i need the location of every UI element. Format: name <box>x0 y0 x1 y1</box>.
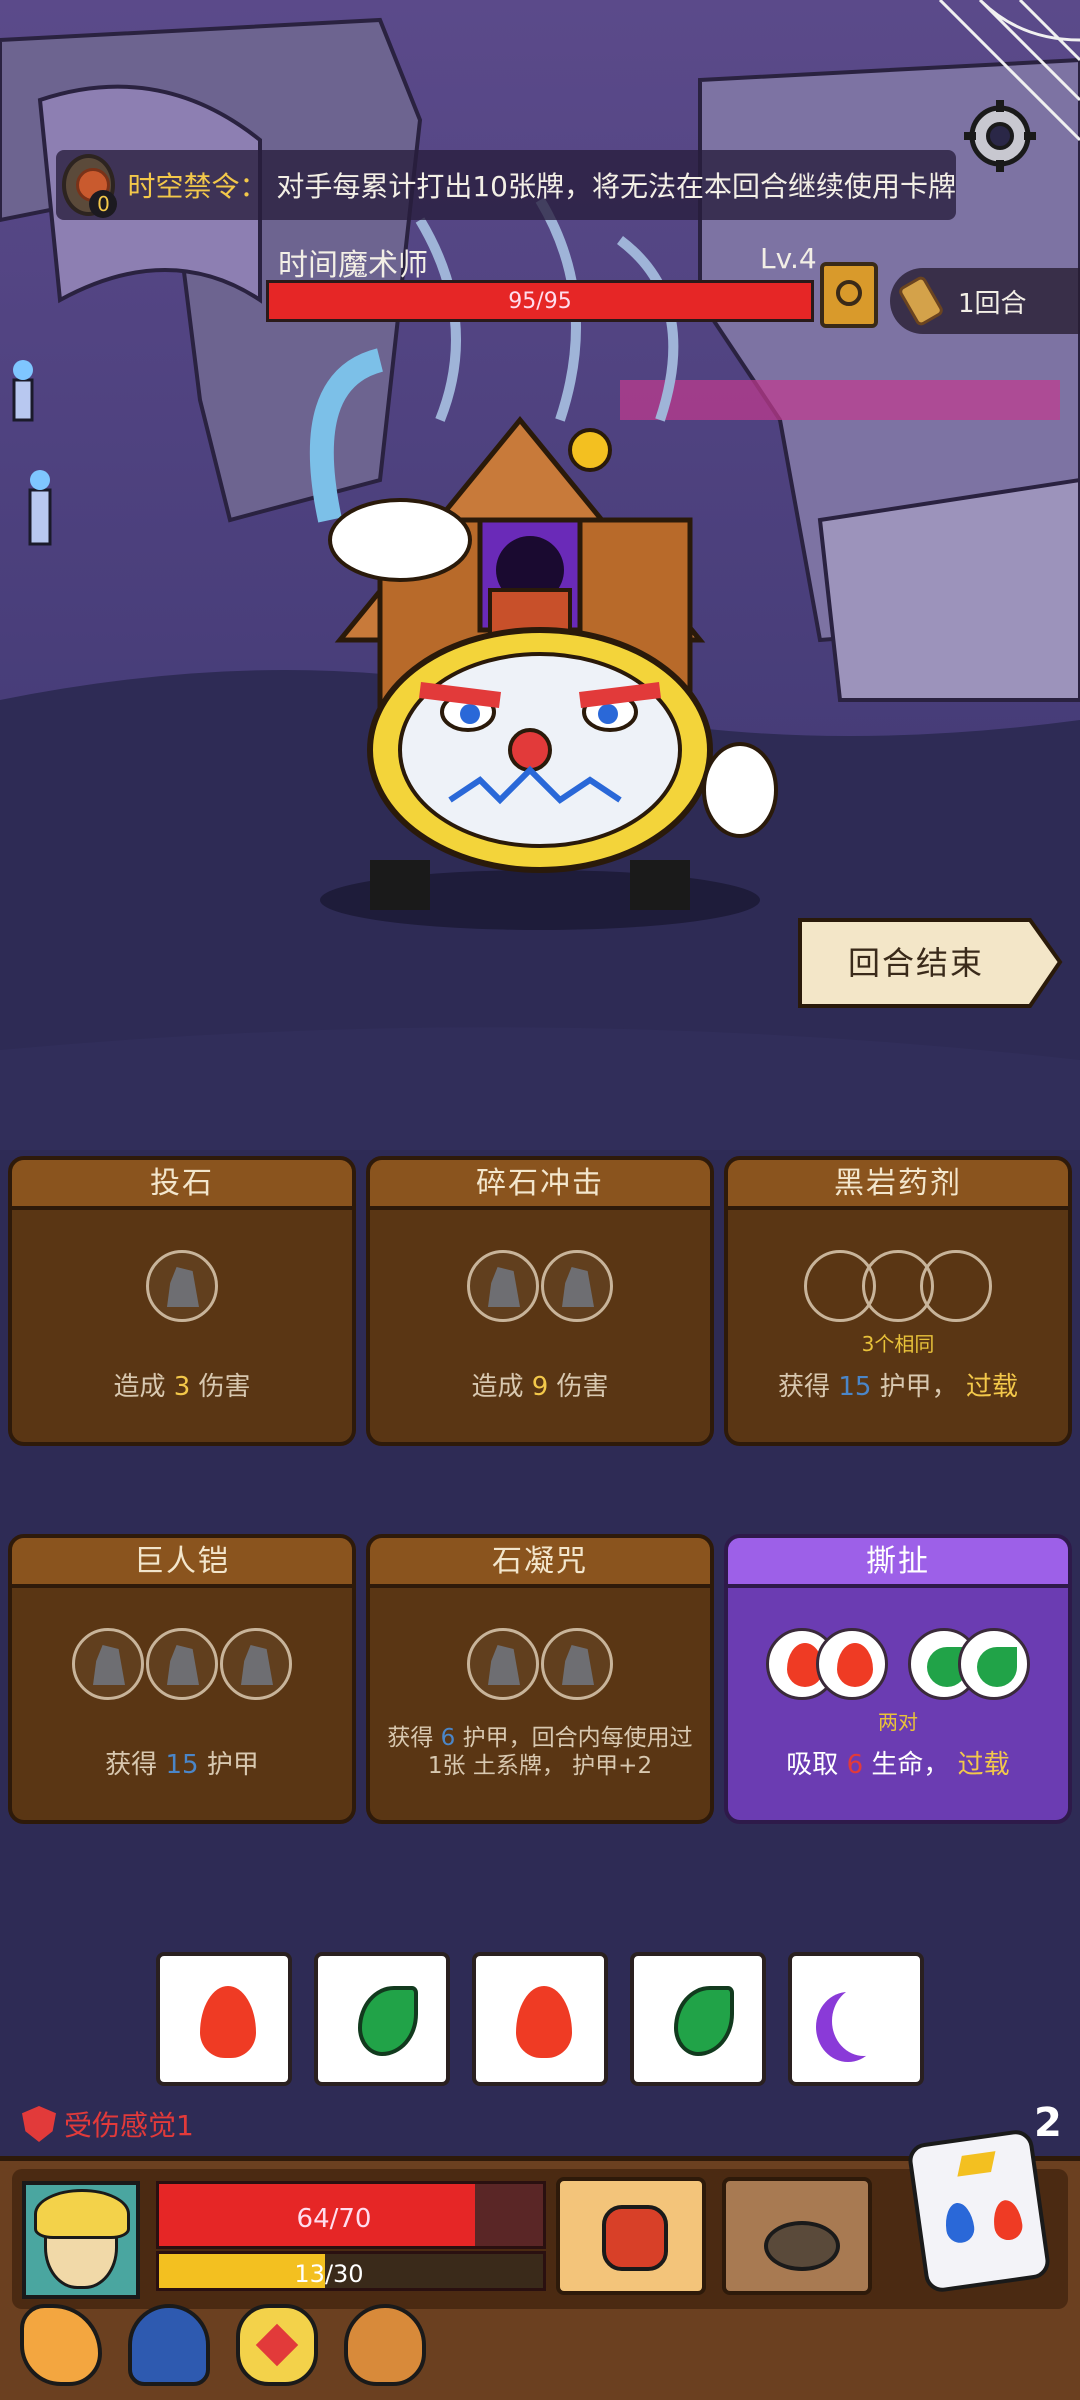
player-status-effect[interactable]: 受伤感觉1 <box>22 2104 194 2144</box>
rock-dice-slot[interactable] <box>220 1628 292 1700</box>
player-xp-text: 13/30 <box>294 2260 364 2288</box>
rock-dice-slot[interactable] <box>146 1250 218 1322</box>
empty-dice-slot[interactable] <box>920 1250 992 1322</box>
ability-fist-button[interactable] <box>556 2177 706 2295</box>
end-turn-label: 回合结束 <box>847 944 984 982</box>
rock-dice-slot[interactable] <box>541 1250 613 1322</box>
card-description: 获得 15 护甲， 过载 <box>778 1372 1018 1402</box>
card-title: 投石 <box>12 1160 352 1210</box>
ban-counter-icon: 0 <box>62 154 118 218</box>
card-title: 石凝咒 <box>370 1538 710 1588</box>
lifesteal-icon-value: 6 <box>846 1750 864 1780</box>
leaf-icon <box>358 1986 418 2056</box>
dice-leaf[interactable] <box>630 1952 766 2086</box>
card-description: 造成 3 伤害 <box>113 1372 251 1402</box>
magnifier-icon <box>836 280 862 306</box>
player-xp-bar: 13/30 <box>156 2251 546 2291</box>
card-description: 吸取 6 生命， 过载 <box>786 1750 1010 1780</box>
fire-icon <box>200 1986 256 2058</box>
card-requirement-hint: 3个相同 <box>861 1332 935 1356</box>
enemy-level: Lv.4 <box>760 242 817 275</box>
damage-icon-value: 3 <box>173 1372 191 1402</box>
card-title: 巨人铠 <box>12 1538 352 1588</box>
fire-face-icon <box>990 2198 1025 2242</box>
round-text: 1回合 <box>958 288 1027 319</box>
skill-card-throw-stone[interactable]: 投石 造成 3 伤害 <box>8 1156 356 1446</box>
card-requirement-hint: 两对 <box>878 1710 918 1734</box>
heart-relic-icon[interactable] <box>236 2304 318 2386</box>
rock-dice-slot[interactable] <box>467 1250 539 1322</box>
card-title: 碎石冲击 <box>370 1160 710 1210</box>
dice-moon[interactable] <box>788 1952 924 2086</box>
fire-pair-slots <box>766 1628 888 1706</box>
water-face-icon <box>942 2201 977 2245</box>
scroll-icon <box>897 274 945 328</box>
pot-relic-icon[interactable] <box>344 2304 426 2386</box>
player-avatar[interactable] <box>22 2181 140 2299</box>
dice-leaf[interactable] <box>314 1952 450 2086</box>
hand-relic-icon[interactable] <box>20 2304 102 2386</box>
enemy-hp-bar: 95/95 <box>266 280 814 322</box>
armor-icon-value: 15 <box>165 1750 199 1780</box>
leaf-dice-slot[interactable] <box>958 1628 1030 1700</box>
reroll-dice-button[interactable] <box>906 2127 1052 2295</box>
settings-gear-icon[interactable] <box>962 98 1038 174</box>
skill-card-tear[interactable]: 撕扯 两对 吸取 6 生命， 过载 <box>724 1534 1072 1824</box>
card-description: 获得 6 护甲，回合内每使用过1张 土系牌， 护甲+2 <box>387 1725 693 1779</box>
card-description: 获得 15 护甲 <box>105 1750 259 1780</box>
space-time-ban-banner: 0 时空禁令： 对手每累计打出10张牌，将无法在本回合继续使用卡牌 <box>56 150 956 220</box>
skill-card-rock-impact[interactable]: 碎石冲击 造成 9 伤害 <box>366 1156 714 1446</box>
armor-icon-value: 15 <box>838 1372 872 1402</box>
enemy-name: 时间魔术师 <box>278 248 428 283</box>
rock-dice-slot[interactable] <box>467 1628 539 1700</box>
skill-card-black-rock-potion[interactable]: 黑岩药剂 3个相同 获得 15 护甲， 过载 <box>724 1156 1072 1446</box>
overload-keyword: 过载 <box>965 1372 1018 1402</box>
fire-icon <box>837 1643 873 1687</box>
fire-dice-slot[interactable] <box>816 1628 888 1700</box>
moon-icon <box>832 1986 896 2056</box>
player-hp-text: 64/70 <box>296 2204 372 2234</box>
status-text: 受伤感觉1 <box>64 2109 194 2142</box>
armor-icon-value: 6 <box>440 1725 456 1751</box>
leaf-icon <box>674 1986 734 2056</box>
overload-keyword: 过载 <box>957 1750 1010 1780</box>
damage-icon-value: 9 <box>531 1372 549 1402</box>
enemy-info-button[interactable] <box>820 262 878 328</box>
lightning-face-icon <box>957 2151 996 2177</box>
rock-dice-slot[interactable] <box>72 1628 144 1700</box>
round-counter: 1回合 <box>890 268 1080 334</box>
skill-card-giant-armor[interactable]: 巨人铠 获得 15 护甲 <box>8 1534 356 1824</box>
banner-description: 对手每累计打出10张牌，将无法在本回合继续使用卡牌 <box>276 170 956 203</box>
dice-fire[interactable] <box>156 1952 292 2086</box>
ban-counter-value: 0 <box>89 190 118 218</box>
leaf-icon <box>977 1647 1017 1687</box>
cloak-relic-icon[interactable] <box>128 2304 210 2386</box>
ability-mole-button[interactable] <box>722 2177 872 2295</box>
enemy-hp-text: 95/95 <box>508 289 572 314</box>
fire-icon <box>516 1986 572 2058</box>
heart-shield-icon <box>22 2106 56 2142</box>
card-title: 黑岩药剂 <box>728 1160 1068 1210</box>
skill-card-stone-curse[interactable]: 石凝咒 获得 6 护甲，回合内每使用过1张 土系牌， 护甲+2 <box>366 1534 714 1824</box>
end-turn-button[interactable]: 回合结束 <box>796 916 1058 1010</box>
dice-fire[interactable] <box>472 1952 608 2086</box>
card-description: 造成 9 伤害 <box>471 1372 609 1402</box>
relics-bar <box>20 2304 426 2386</box>
rock-dice-slot[interactable] <box>541 1628 613 1700</box>
rock-dice-slot[interactable] <box>146 1628 218 1700</box>
player-hp-bar: 64/70 <box>156 2181 546 2249</box>
dice-remaining-count: 2 <box>1034 2100 1062 2146</box>
fist-icon <box>602 2205 668 2271</box>
banner-title: 时空禁令： <box>127 170 268 203</box>
mole-icon <box>764 2221 840 2271</box>
card-title: 撕扯 <box>728 1538 1068 1588</box>
leaf-pair-slots <box>908 1628 1030 1706</box>
